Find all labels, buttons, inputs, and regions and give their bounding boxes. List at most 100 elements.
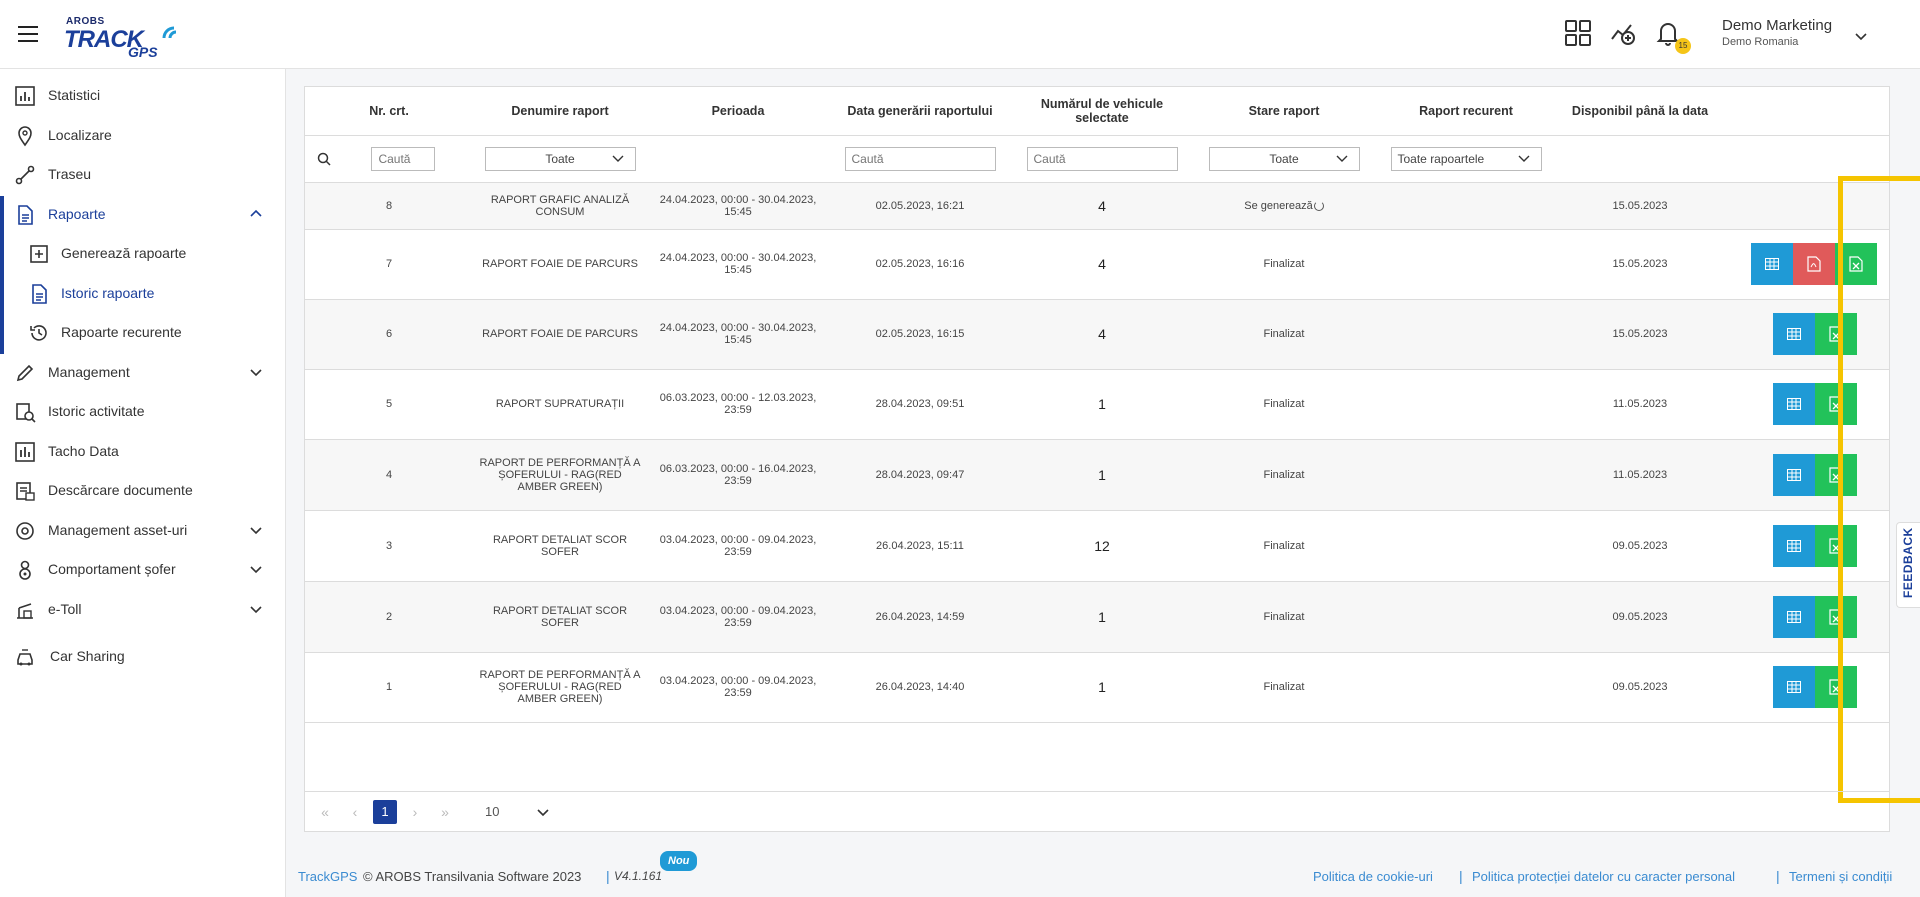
previous-page-button[interactable]: ‹ [343,800,367,824]
view-report-button[interactable] [1773,595,1815,638]
menu-icon[interactable] [18,26,38,42]
footer-separator: | [1776,868,1780,884]
footer-brand-link[interactable]: TrackGPS [298,869,357,884]
footer-link-terms[interactable]: Termeni și condiții [1789,869,1892,884]
trackgps-logo[interactable]: AROBS TRACK GPS [64,14,184,60]
excel-file-icon [1829,326,1843,342]
chevron-down-icon[interactable] [535,804,551,820]
last-page-button[interactable]: » [433,800,457,824]
column-header[interactable]: Denumire raport [473,87,647,136]
view-report-button[interactable] [1751,243,1793,285]
feedback-tab[interactable]: FEEDBACK [1896,522,1920,608]
cell-period-text: 06.03.2023, 00:00 - 12.03.2023, 23:59 [659,392,817,416]
footer-link-data-protection[interactable]: Politica protecției datelor cu caracter … [1472,869,1735,884]
sidebar-item-tacho-data[interactable]: Tacho Data [0,433,286,469]
chevron-down-icon[interactable] [248,364,264,380]
sidebar-item-statistici[interactable]: Statistici [0,77,286,113]
user-name[interactable]: Demo Marketing [1722,17,1832,34]
sidebar-item-car-sharing[interactable]: Car Sharing [0,638,286,674]
table-view-icon [1787,328,1801,340]
report-name-select[interactable]: Toate [484,146,636,171]
sidebar-item-istoric-activitate[interactable]: Istoric activitate [0,393,286,429]
sidebar-item-label: Car Sharing [50,648,125,664]
view-report-button[interactable] [1773,313,1815,355]
download-excel-button[interactable] [1815,666,1857,708]
column-header[interactable]: Data generării raportului [829,87,1011,136]
new-version-badge[interactable]: Nou [660,851,698,871]
sidebar-item-rapoarte-recurente[interactable]: Rapoarte recurente [0,314,286,350]
cell-period: 03.04.2023, 00:00 - 09.04.2023, 23:59 [647,510,829,582]
download-excel-button[interactable] [1815,383,1857,425]
toll-icon [17,603,33,619]
download-excel-button[interactable] [1815,453,1857,496]
page-button-current[interactable]: 1 [373,800,397,824]
sidebar-item-genereaza-rapoarte[interactable]: Generează rapoarte [0,235,286,271]
cell-status-text: Finalizat [1263,258,1305,270]
sidebar-item-e-toll[interactable]: e-Toll [0,591,286,627]
apps-grid-icon[interactable] [1564,19,1592,47]
cell-name: RAPORT FOAIE DE PARCURS [473,229,647,300]
chevron-down-icon[interactable] [248,601,264,617]
footer-link-cookie-policy[interactable]: Politica de cookie-uri [1313,869,1433,884]
cell-period: 03.04.2023, 00:00 - 09.04.2023, 23:59 [647,652,829,723]
sidebar-item-localizare[interactable]: Localizare [0,117,286,153]
download-excel-button[interactable] [1815,313,1857,355]
first-page-button[interactable]: « [313,800,337,824]
cell-recurrent [1375,369,1557,440]
sidebar-item-rapoarte[interactable]: Rapoarte [0,196,286,232]
cell-period: 24.04.2023, 00:00 - 30.04.2023, 15:45 [647,229,829,300]
filter-cell [305,135,473,183]
asset-icon [16,522,34,540]
download-excel-button[interactable] [1815,524,1857,567]
column-header[interactable]: Numărul de vehicule selectate [1011,87,1193,136]
download-excel-button[interactable] [1815,595,1857,638]
cell-status: Finalizat [1193,439,1375,511]
column-header[interactable]: Nr. crt. [305,87,473,136]
generated-date-search-input[interactable] [844,146,996,171]
status-select[interactable]: Toate [1208,146,1360,171]
cell-actions [1723,229,1889,300]
chevron-down-icon[interactable] [248,522,264,538]
column-header[interactable]: Disponibil până la data [1557,87,1723,136]
sidebar-item-management[interactable]: Management [0,354,286,390]
sidebar-item-istoric-rapoarte[interactable]: Istoric rapoarte [0,275,286,311]
column-header[interactable]: Perioada [647,87,829,136]
cell-generated: 26.04.2023, 14:40 [829,652,1011,723]
download-pdf-button[interactable] [1793,243,1835,285]
sidebar-item-label: Localizare [48,127,112,143]
cell-name-text: RAPORT FOAIE DE PARCURS [482,328,638,340]
sidebar-item-management-asset-uri[interactable]: Management asset-uri [0,512,286,548]
view-report-button[interactable] [1773,453,1815,496]
select-value: Toate rapoartele [1397,151,1485,166]
next-page-button[interactable]: › [403,800,427,824]
search-icon[interactable] [317,152,331,166]
sidebar-item-traseu[interactable]: Traseu [0,156,286,192]
document-list-icon [32,284,47,304]
sidebar-item-descarcare-documente[interactable]: Descărcare documente [0,472,286,508]
download-excel-button[interactable] [1835,243,1877,285]
sidebar-item-comportament-sofer[interactable]: Comportament șofer [0,551,286,587]
view-report-button[interactable] [1773,666,1815,708]
add-vehicle-icon[interactable] [1609,19,1637,47]
cell-period-text: 03.04.2023, 00:00 - 09.04.2023, 23:59 [659,533,817,558]
vehicles-search-input[interactable] [1026,146,1178,171]
chevron-up-icon[interactable] [248,206,264,222]
chevron-down-icon[interactable] [1853,29,1869,45]
page-size-value[interactable]: 10 [485,804,499,819]
recurrent-select[interactable]: Toate rapoartele [1390,146,1542,171]
column-header[interactable]: Stare raport [1193,87,1375,136]
cell-name-text: RAPORT DE PERFORMANȚĂ A ȘOFERULUI - RAG(… [479,456,641,493]
cell-vehicles-text: 12 [1094,537,1110,554]
cell-available: 15.05.2023 [1557,229,1723,300]
sidebar-item-label: Statistici [48,87,101,103]
filter-cell [1557,135,1723,183]
driver-icon [19,560,31,580]
cell-nr-text: 6 [385,328,393,340]
view-report-button[interactable] [1773,524,1815,567]
add-document-icon [30,245,48,263]
nr-search-input[interactable] [371,146,436,171]
view-report-button[interactable] [1773,383,1815,425]
chevron-down-icon[interactable] [248,561,264,577]
column-header[interactable]: Raport recurent [1375,87,1557,136]
cell-status: Finalizat [1193,581,1375,653]
